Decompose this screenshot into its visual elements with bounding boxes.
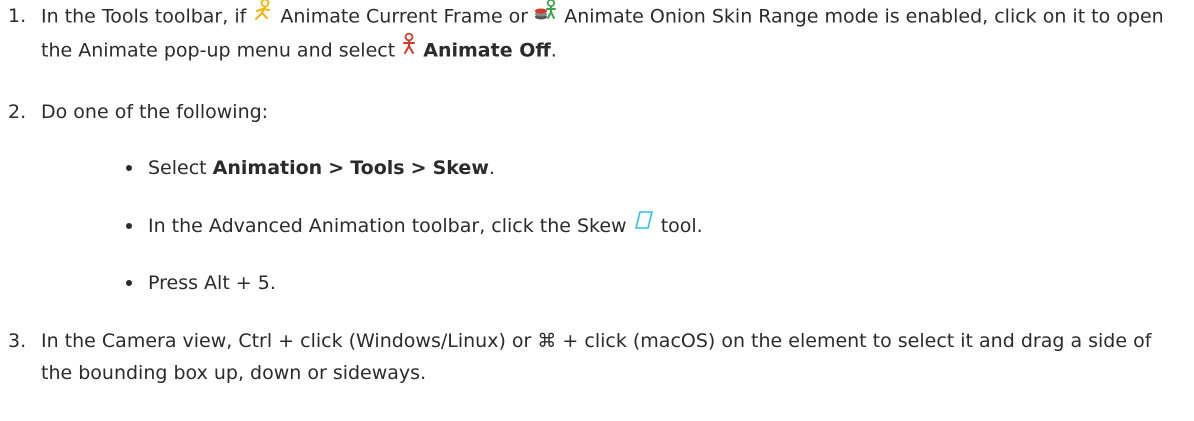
animate-off-icon (401, 32, 417, 66)
animate-off-label: Animate Off (423, 39, 551, 62)
skew-icon (633, 209, 655, 241)
bullet-dot (126, 223, 132, 229)
animate-onion-skin-icon (534, 0, 558, 32)
bullet-dot (126, 280, 132, 286)
step-text: In the Tools toolbar, if Animate Current… (41, 0, 1188, 68)
step-text: In the Camera view, Ctrl + click (Window… (41, 330, 1152, 384)
instruction-page: 1. In the Tools toolbar, if Animate Curr… (0, 0, 1194, 421)
bullet-dot (126, 165, 132, 171)
menu-path-tools: Tools (350, 157, 405, 179)
step-number: 1. (8, 5, 27, 27)
step-text: Do one of the following: (41, 101, 269, 123)
step-3: 3. In the Camera view, Ctrl + click (Win… (8, 325, 1188, 389)
bullet-item: Select Animation > Tools > Skew. (126, 152, 495, 184)
step-2: 2. Do one of the following: (8, 96, 1188, 128)
step-number: 3. (8, 330, 27, 352)
animate-current-frame-icon (252, 0, 274, 32)
step-number: 2. (8, 101, 27, 123)
step-1: 1. In the Tools toolbar, if Animate Curr… (8, 0, 1188, 68)
bullet-item: Press Alt + 5. (126, 267, 276, 299)
menu-path-animation: Animation (212, 157, 323, 179)
menu-path-skew: Skew (432, 157, 489, 179)
bullet-item: In the Advanced Animation toolbar, click… (126, 210, 703, 243)
